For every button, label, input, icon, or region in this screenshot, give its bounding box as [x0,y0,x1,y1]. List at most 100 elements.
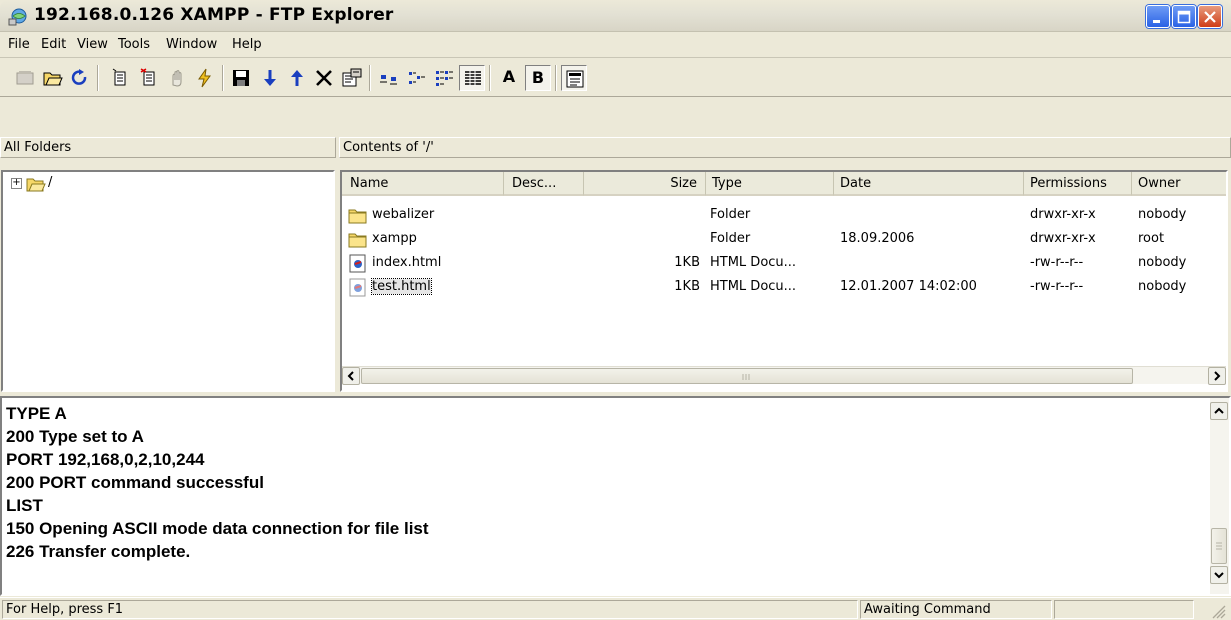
toolbar-separator [97,65,99,91]
toolbar-separator [222,65,224,91]
chevron-left-icon [347,371,354,381]
folder-icon [348,233,367,248]
column-permissions[interactable]: Permissions [1024,172,1132,196]
command-log[interactable]: TYPE A 200 Type set to A PORT 192,168,0,… [0,396,1231,596]
toolbar-separator [369,65,371,91]
delete-icon [316,70,332,86]
small-icons-view-button[interactable] [404,65,430,91]
window-title: 192.168.0.126 XAMPP - FTP Explorer [34,5,394,25]
binary-mode-button[interactable]: B [525,65,551,91]
resize-grip-icon[interactable] [1210,603,1226,619]
column-size[interactable]: Size [584,172,706,196]
log-line: 200 PORT command successful [6,473,264,492]
file-size: 1KB [674,255,700,270]
refresh-button[interactable] [67,65,93,91]
maximize-icon [1177,10,1191,24]
menu-edit[interactable]: Edit [41,37,66,52]
close-button[interactable] [1198,5,1222,28]
menu-window[interactable]: Window [166,37,217,52]
stop-icon [172,70,182,87]
ascii-mode-label: A [502,67,516,86]
status-bar: For Help, press F1 Awaiting Command [0,597,1231,620]
column-date[interactable]: Date [834,172,1024,196]
title-bar[interactable]: 192.168.0.126 XAMPP - FTP Explorer [0,0,1231,32]
quick-connect-button[interactable] [192,65,218,91]
contents-header: Contents of '/' [339,137,1231,158]
status-help-text: For Help, press F1 [6,602,124,617]
minimize-icon [1153,20,1160,23]
new-folder-icon [112,68,126,86]
scroll-left-button[interactable] [342,367,360,385]
new-folder-button[interactable] [107,65,133,91]
refresh-icon [71,69,87,85]
file-permissions: -rw-r--r-- [1030,279,1084,294]
file-permissions: -rw-r--r-- [1030,255,1084,270]
scroll-down-button[interactable] [1210,566,1228,584]
scrollbar-thumb[interactable] [1211,528,1227,564]
folder-open-icon [26,178,46,192]
open-folder-button[interactable] [40,65,66,91]
menu-tools[interactable]: Tools [118,37,150,52]
file-permissions: drwxr-xr-x [1030,207,1096,222]
toolbar-separator [489,65,491,91]
stop-button[interactable] [164,65,190,91]
menu-file[interactable]: File [8,37,30,52]
column-owner[interactable]: Owner [1132,172,1226,196]
scrollbar-thumb[interactable] [361,368,1133,384]
table-row[interactable]: webalizer Folder drwxr-xr-x nobody [342,203,1226,227]
download-button[interactable] [257,65,283,91]
table-row[interactable]: test.html 1KB HTML Docu... 12.01.2007 14… [342,275,1226,299]
file-type: Folder [710,231,751,246]
properties-icon [342,68,362,87]
file-name: test.html [371,278,432,295]
delete-folder-icon [140,68,155,86]
horizontal-scrollbar[interactable] [342,366,1226,385]
scroll-up-button[interactable] [1210,402,1228,420]
status-help: For Help, press F1 [2,600,858,619]
upload-button[interactable] [284,65,310,91]
log-line: TYPE A [6,404,67,423]
log-line: 200 Type set to A [6,427,144,446]
toolbar: A B [0,59,1231,97]
tree-expand-toggle[interactable]: + [11,178,22,189]
html-file-icon [349,254,366,273]
vertical-scrollbar[interactable] [1210,398,1229,594]
details-view-button[interactable] [459,65,485,91]
table-row[interactable]: xampp Folder 18.09.2006 drwxr-xr-x root [342,227,1226,251]
column-type[interactable]: Type [706,172,834,196]
file-owner: nobody [1138,255,1187,270]
connect-icon [16,71,34,85]
file-owner: nobody [1138,279,1187,294]
scroll-right-button[interactable] [1208,367,1226,385]
file-date: 18.09.2006 [840,231,915,246]
status-state-text: Awaiting Command [864,602,991,617]
download-icon [264,70,276,86]
tree-root-label[interactable]: / [48,175,52,190]
ascii-mode-button[interactable]: A [497,65,523,91]
open-folder-icon [43,72,63,86]
save-icon [233,70,249,86]
save-button[interactable] [228,65,254,91]
minimize-button[interactable] [1146,5,1170,28]
delete-button[interactable] [311,65,337,91]
chevron-right-icon [1214,371,1221,381]
column-description[interactable]: Desc... [504,172,584,196]
log-line: LIST [6,496,43,515]
file-size: 1KB [674,279,700,294]
connect-button[interactable] [12,65,38,91]
menu-view[interactable]: View [77,37,108,52]
log-view-button[interactable] [561,65,587,91]
list-view-button[interactable] [432,65,458,91]
binary-mode-label: B [531,68,545,87]
menu-help[interactable]: Help [232,37,262,52]
delete-folder-button[interactable] [136,65,162,91]
column-name[interactable]: Name [342,172,504,196]
table-row[interactable]: index.html 1KB HTML Docu... -rw-r--r-- n… [342,251,1226,275]
file-list[interactable]: Name Desc... Size Type Date Permissions … [340,170,1228,392]
properties-button[interactable] [339,65,365,91]
file-name: webalizer [372,207,435,222]
maximize-button[interactable] [1172,5,1196,28]
folder-tree[interactable]: + / [1,170,335,392]
small-icons-view-icon [409,72,425,84]
large-icons-view-button[interactable] [376,65,402,91]
